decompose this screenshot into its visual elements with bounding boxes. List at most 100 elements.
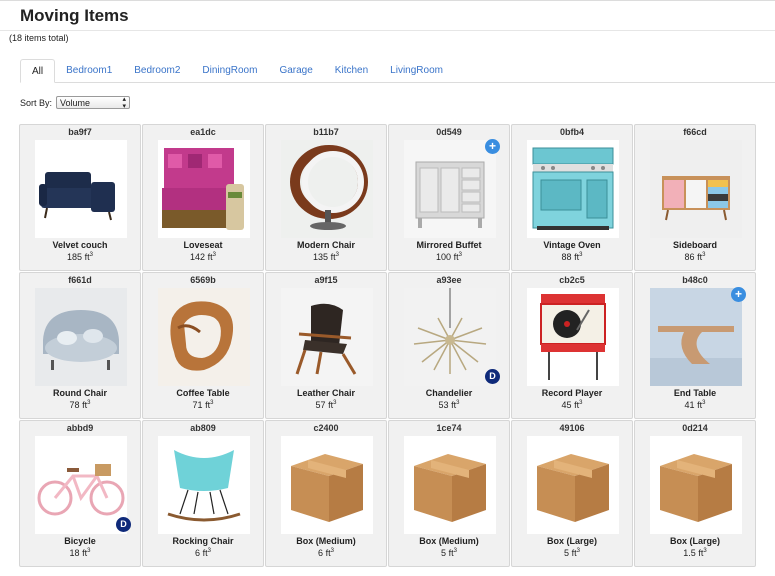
item-volume: 185 ft3	[67, 252, 93, 262]
tab-all[interactable]: All	[20, 59, 56, 83]
item-name: Bicycle	[64, 536, 96, 546]
item-card[interactable]: 6569b Coffee Table 71 ft3	[142, 272, 264, 419]
item-card[interactable]: f66cd Sideboard 86 ft3	[634, 124, 756, 271]
item-card[interactable]: f661d Round Chair 78 ft3	[19, 272, 141, 419]
item-card[interactable]: cb2c5 Record Player 45 ft3	[511, 272, 633, 419]
item-name: Velvet couch	[52, 240, 108, 250]
item-name: Box (Large)	[546, 536, 597, 546]
page-title: Moving Items	[20, 6, 129, 25]
item-card[interactable]: abbd9 Bicycle 18 ft3 D	[19, 420, 141, 567]
item-volume: 6 ft3	[318, 548, 334, 558]
title-divider	[0, 30, 775, 31]
item-name: Box (Medium)	[296, 536, 356, 546]
buffet-image	[404, 140, 496, 238]
item-code: abbd9	[66, 423, 94, 433]
d-badge-icon: D	[116, 517, 131, 532]
item-name: Sideboard	[672, 240, 717, 250]
add-badge-icon[interactable]: +	[485, 139, 500, 154]
item-card[interactable]: c2400 Box (Medium) 6 ft3	[265, 420, 387, 567]
item-volume: 1.5 ft3	[683, 548, 707, 558]
item-name: Record Player	[541, 388, 603, 398]
item-code: f661d	[68, 275, 92, 285]
item-volume: 142 ft3	[190, 252, 216, 262]
item-name: Modern Chair	[296, 240, 355, 250]
item-volume: 57 ft3	[315, 400, 337, 410]
add-badge-icon[interactable]: +	[731, 287, 746, 302]
item-code: 1ce74	[436, 423, 462, 433]
item-card[interactable]: 49106 Box (Large) 5 ft3	[511, 420, 633, 567]
item-volume: 45 ft3	[561, 400, 583, 410]
item-card[interactable]: a9f15 Leather Chair 57 ft3	[265, 272, 387, 419]
tab-bedroom2[interactable]: Bedroom2	[123, 59, 191, 83]
item-card[interactable]: b11b7 Modern Chair 135 ft3	[265, 124, 387, 271]
item-volume: 5 ft3	[564, 548, 580, 558]
box-image	[650, 436, 742, 534]
item-name: Chandelier	[425, 388, 473, 398]
sort-label: Sort By:	[20, 97, 53, 108]
tab-diningroom[interactable]: DiningRoom	[191, 59, 268, 83]
tab-garage[interactable]: Garage	[268, 59, 323, 83]
sideboard-image	[650, 140, 742, 238]
item-volume: 6 ft3	[195, 548, 211, 558]
item-name: Box (Medium)	[419, 536, 479, 546]
item-code: b48c0	[682, 275, 708, 285]
item-code: ab809	[190, 423, 216, 433]
item-volume: 100 ft3	[436, 252, 462, 262]
item-name: Vintage Oven	[543, 240, 601, 250]
item-card[interactable]: ab809 Rocking Chair 6 ft3	[142, 420, 264, 567]
tab-livingroom[interactable]: LivingRoom	[379, 59, 454, 83]
item-code: ba9f7	[68, 127, 92, 137]
sort-control: Sort By: Volume ▴ ▾	[20, 96, 131, 110]
item-card[interactable]: a93ee Chandelier 53 ft3 D	[388, 272, 510, 419]
item-name: Rocking Chair	[172, 536, 234, 546]
item-name: Mirrored Buffet	[416, 240, 482, 250]
sort-select[interactable]: Volume ▴ ▾	[56, 96, 131, 110]
item-volume: 88 ft3	[561, 252, 583, 262]
bicycle-image	[35, 436, 127, 534]
item-card[interactable]: ba9f7 Velvet couch 185 ft3	[19, 124, 141, 271]
oven-image	[527, 140, 619, 238]
item-card[interactable]: ea1dc Loveseat 142 ft3	[142, 124, 264, 271]
item-volume: 41 ft3	[684, 400, 706, 410]
item-code: 0d214	[682, 423, 708, 433]
sort-value: Volume	[60, 97, 91, 108]
item-card[interactable]: 0d549 Mirrored Buffet 100 ft3 +	[388, 124, 510, 271]
coffee-table-image	[158, 288, 250, 386]
item-code: 6569b	[190, 275, 216, 285]
ring-chair-image	[281, 140, 373, 238]
item-volume: 18 ft3	[69, 548, 91, 558]
chandelier-image	[404, 288, 496, 386]
item-card[interactable]: 0d214 Box (Large) 1.5 ft3	[634, 420, 756, 567]
item-volume: 86 ft3	[684, 252, 706, 262]
item-code: b11b7	[313, 127, 339, 137]
item-volume: 78 ft3	[69, 400, 91, 410]
item-name: Round Chair	[53, 388, 107, 398]
item-code: cb2c5	[559, 275, 585, 285]
leather-chair-image	[281, 288, 373, 386]
item-code: c2400	[313, 423, 339, 433]
end-table-image	[650, 288, 742, 386]
item-code: 49106	[559, 423, 585, 433]
top-divider	[0, 0, 775, 1]
item-code: 0d549	[436, 127, 462, 137]
item-name: Loveseat	[183, 240, 223, 250]
d-badge-icon: D	[485, 369, 500, 384]
item-name: Coffee Table	[176, 388, 230, 398]
room-tabs: All Bedroom1 Bedroom2 DiningRoom Garage Kitch…	[20, 59, 775, 83]
item-volume: 135 ft3	[313, 252, 339, 262]
item-card[interactable]: b48c0 End Table 41 ft3 +	[634, 272, 756, 419]
items-grid: ba9f7 Velvet couch 185 ft3 ea1dc Lovesea…	[19, 124, 760, 567]
loveseat-image	[158, 140, 250, 238]
item-code: 0bfb4	[559, 127, 584, 137]
item-card[interactable]: 0bfb4 Vintage Oven 88 ft3	[511, 124, 633, 271]
tab-kitchen[interactable]: Kitchen	[324, 59, 379, 83]
item-name: Leather Chair	[296, 388, 356, 398]
item-volume: 5 ft3	[441, 548, 457, 558]
item-card[interactable]: 1ce74 Box (Medium) 5 ft3	[388, 420, 510, 567]
tab-bedroom1[interactable]: Bedroom1	[55, 59, 123, 83]
item-name: Box (Large)	[669, 536, 720, 546]
record-player-image	[527, 288, 619, 386]
box-image	[527, 436, 619, 534]
box-image	[404, 436, 496, 534]
item-code: a93ee	[436, 275, 462, 285]
